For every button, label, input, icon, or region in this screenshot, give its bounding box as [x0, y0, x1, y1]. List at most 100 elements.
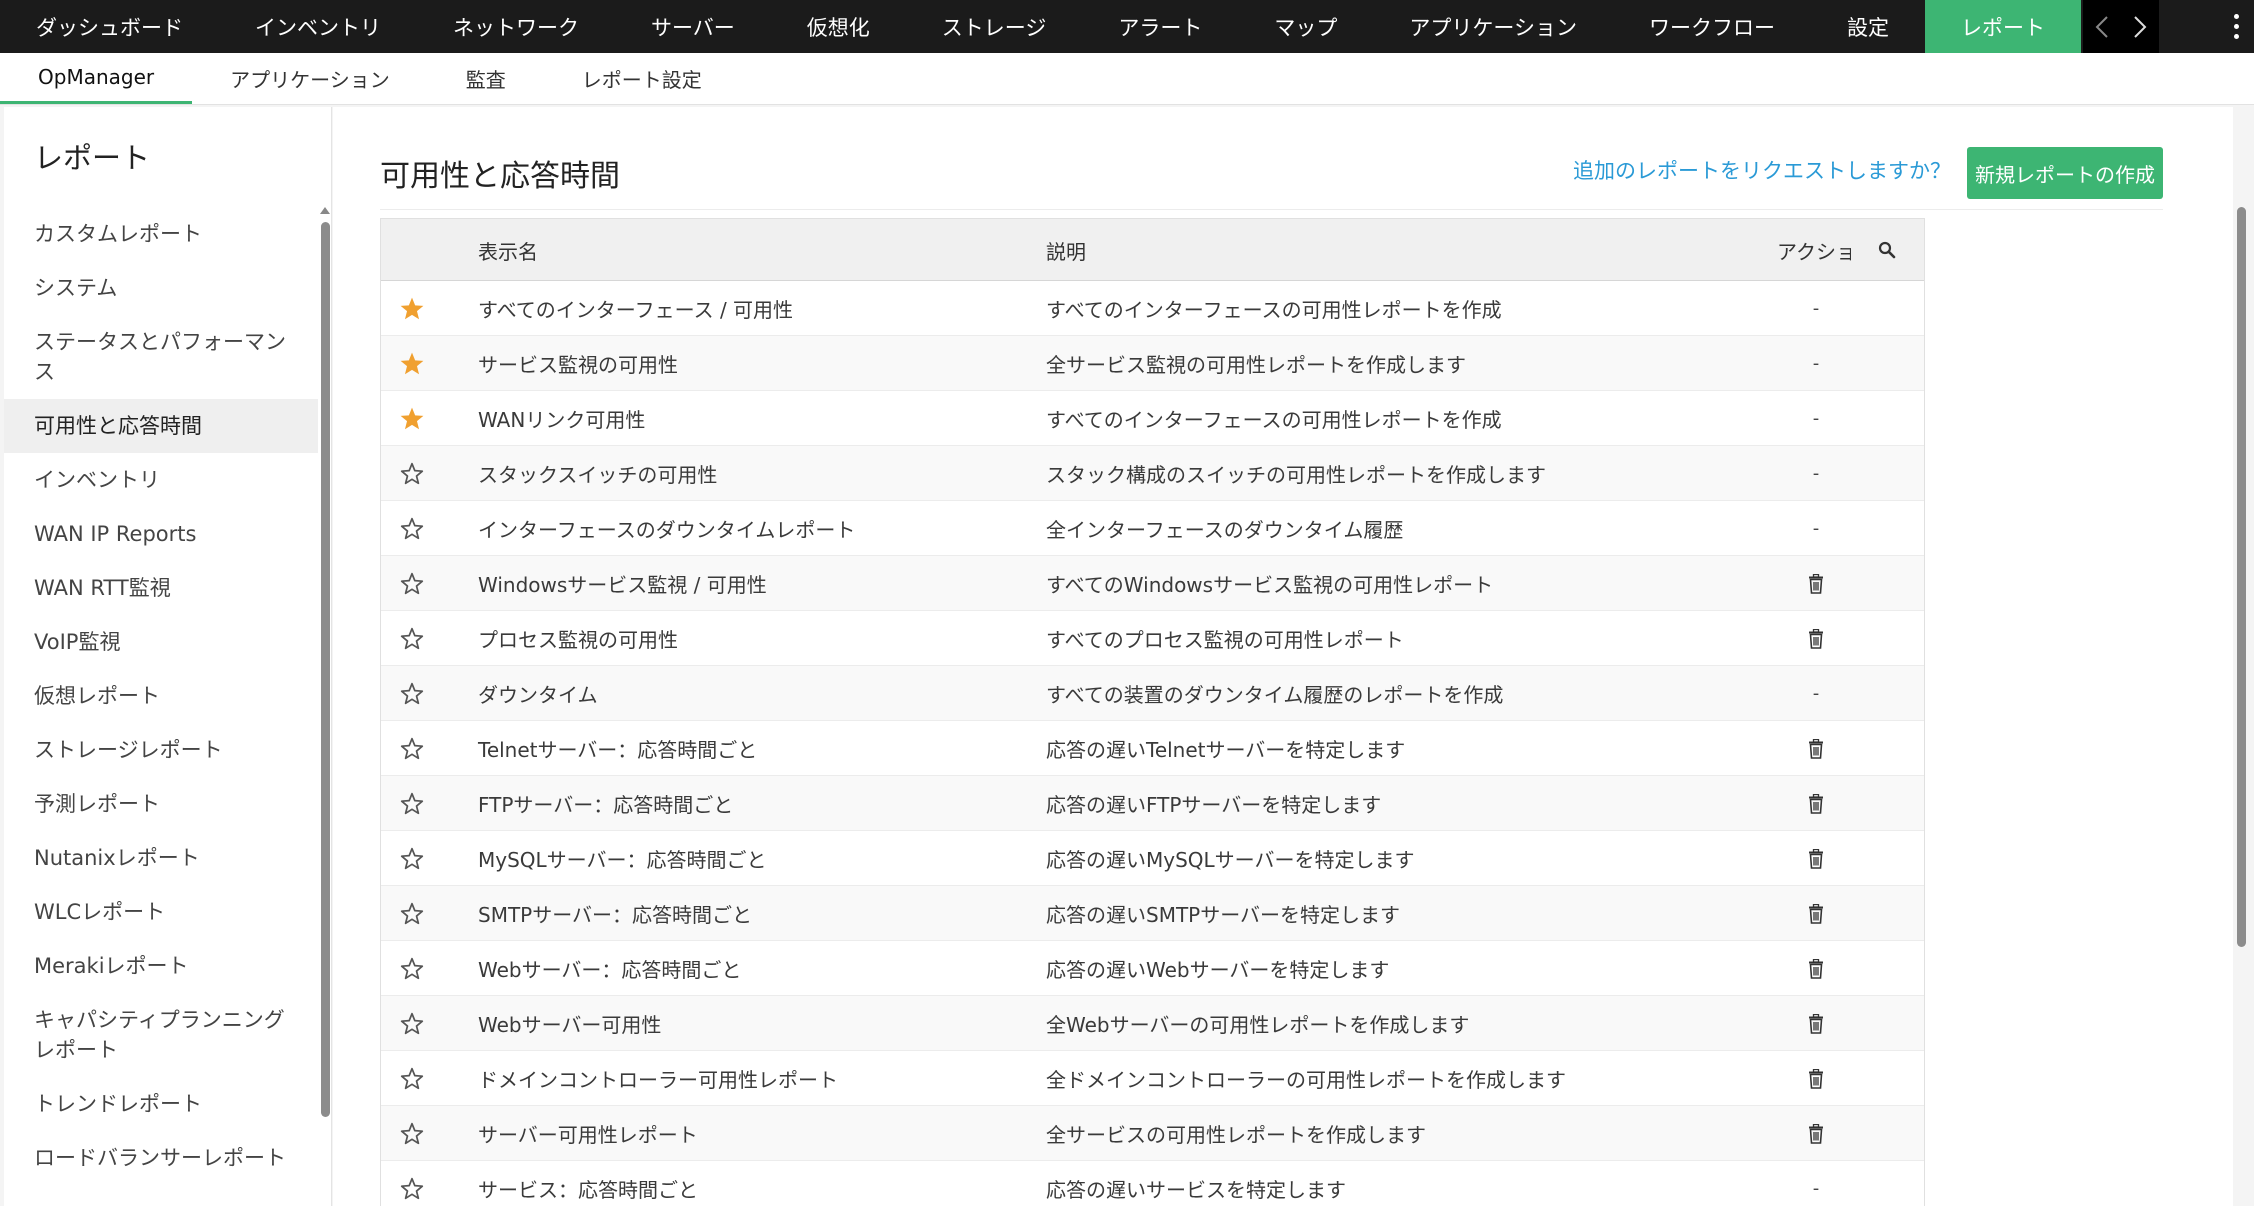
trash-icon[interactable]: [1796, 721, 1836, 776]
nav-settings[interactable]: 設定: [1811, 0, 1925, 53]
nav-dashboard[interactable]: ダッシュボード: [0, 0, 219, 53]
nav-virtualization[interactable]: 仮想化: [771, 0, 906, 53]
create-report-button[interactable]: 新規レポートの作成: [1967, 147, 2163, 199]
report-name-link[interactable]: MySQLサーバー：応答時間ごと: [478, 831, 766, 886]
report-description: 全ドメインコントローラーの可用性レポートを作成します: [1046, 1068, 1566, 1092]
nav-server[interactable]: サーバー: [615, 0, 771, 53]
report-name-link[interactable]: FTPサーバー：応答時間ごと: [478, 776, 733, 831]
nav-network[interactable]: ネットワーク: [417, 0, 615, 53]
sidebar-item[interactable]: ロードバランサーレポート: [4, 1131, 318, 1185]
sidebar-item[interactable]: Nutanixレポート: [4, 831, 318, 885]
star-filled-icon[interactable]: [397, 281, 427, 336]
star-outline-icon[interactable]: [397, 996, 427, 1051]
trash-icon[interactable]: [1796, 1051, 1836, 1106]
trash-icon[interactable]: [1796, 996, 1836, 1051]
report-name-link[interactable]: サービス：応答時間ごと: [478, 1161, 698, 1206]
report-name-link[interactable]: ダウンタイム: [478, 666, 598, 721]
table-row: サービス監視の可用性 全サービス監視の可用性レポートを作成します -: [381, 336, 1924, 391]
nav-application[interactable]: アプリケーション: [1373, 0, 1613, 53]
sidebar-item[interactable]: キャパシティプランニングレポート: [4, 993, 318, 1077]
star-outline-icon[interactable]: [397, 831, 427, 886]
nav-reports[interactable]: レポート: [1924, 0, 2081, 53]
sidebar-item[interactable]: インベントリ: [4, 453, 318, 507]
trash-icon[interactable]: [1796, 941, 1836, 996]
sidebar-item[interactable]: ステータスとパフォーマンス: [4, 315, 318, 399]
report-description: 応答の遅いTelnetサーバーを特定します: [1046, 738, 1406, 762]
report-name-link[interactable]: インターフェースのダウンタイムレポート: [478, 501, 855, 556]
subnav-audit[interactable]: 監査: [428, 53, 544, 104]
table-body: すべてのインターフェース / 可用性 すべてのインターフェースの可用性レポートを作…: [381, 281, 1924, 1206]
trash-icon[interactable]: [1796, 776, 1836, 831]
kebab-menu-icon[interactable]: [2218, 0, 2254, 53]
sidebar-scrollbar[interactable]: [321, 222, 330, 1117]
trash-icon[interactable]: [1796, 611, 1836, 666]
main-scrollbar[interactable]: [2237, 207, 2246, 947]
nav-workflow[interactable]: ワークフロー: [1613, 0, 1811, 53]
sidebar-item[interactable]: 予測レポート: [4, 777, 318, 831]
star-filled-icon[interactable]: [397, 336, 427, 391]
report-description: 応答の遅いSMTPサーバーを特定します: [1046, 903, 1401, 927]
trash-icon[interactable]: [1796, 886, 1836, 941]
report-name-link[interactable]: Windowsサービス監視 / 可用性: [478, 556, 767, 611]
sidebar-item[interactable]: Merakiレポート: [4, 939, 318, 993]
no-action-dash: -: [1812, 683, 1820, 704]
chevron-left-icon[interactable]: [2088, 7, 2116, 47]
star-outline-icon[interactable]: [397, 611, 427, 666]
report-name-link[interactable]: SMTPサーバー：応答時間ごと: [478, 886, 752, 941]
sidebar-item[interactable]: VoIP監視: [4, 615, 318, 669]
sidebar-item[interactable]: カスタムレポート: [4, 207, 318, 261]
star-outline-icon[interactable]: [397, 1051, 427, 1106]
star-outline-icon[interactable]: [397, 721, 427, 776]
report-name-link[interactable]: WANリンク可用性: [478, 391, 645, 446]
nav-alert[interactable]: アラート: [1082, 0, 1238, 53]
report-name-link[interactable]: Webサーバー可用性: [478, 996, 661, 1051]
star-filled-icon[interactable]: [397, 391, 427, 446]
report-name-link[interactable]: ドメインコントローラー可用性レポート: [478, 1051, 838, 1106]
no-action-placeholder: -: [1796, 391, 1836, 446]
sidebar-item[interactable]: ストレージレポート: [4, 723, 318, 777]
no-action-dash: -: [1812, 518, 1820, 539]
report-description: すべての装置のダウンタイム履歴のレポートを作成: [1046, 683, 1504, 707]
sidebar-item[interactable]: WAN IP Reports: [4, 507, 318, 561]
star-outline-icon[interactable]: [397, 666, 427, 721]
star-outline-icon[interactable]: [397, 1161, 427, 1206]
star-outline-icon[interactable]: [397, 446, 427, 501]
sidebar-item[interactable]: システム: [4, 261, 318, 315]
nav-inventory[interactable]: インベントリ: [219, 0, 417, 53]
star-outline-icon[interactable]: [397, 1106, 427, 1161]
request-report-link[interactable]: 追加のレポートをリクエストしますか？: [1573, 155, 1951, 185]
sidebar-item[interactable]: WAN RTT監視: [4, 561, 318, 615]
star-outline-icon[interactable]: [397, 886, 427, 941]
subnav-applications[interactable]: アプリケーション: [192, 53, 428, 104]
report-name-link[interactable]: Telnetサーバー：応答時間ごと: [478, 721, 757, 776]
chevron-right-icon[interactable]: [2126, 7, 2154, 47]
no-action-placeholder: -: [1796, 501, 1836, 556]
top-navigation: ダッシュボード インベントリ ネットワーク サーバー 仮想化 ストレージ アラー…: [0, 0, 2254, 53]
report-name-link[interactable]: サービス監視の可用性: [478, 336, 678, 391]
subnav-report-settings[interactable]: レポート設定: [544, 53, 740, 104]
sidebar-item[interactable]: トレンドレポート: [4, 1077, 318, 1131]
nav-map[interactable]: マップ: [1238, 0, 1373, 53]
sidebar-item[interactable]: WLCレポート: [4, 885, 318, 939]
column-header-name[interactable]: 表示名: [478, 219, 538, 281]
sidebar-item[interactable]: 可用性と応答時間: [4, 399, 318, 453]
nav-storage[interactable]: ストレージ: [906, 0, 1083, 53]
column-header-description[interactable]: 説明: [1046, 219, 1086, 281]
trash-icon[interactable]: [1796, 556, 1836, 611]
star-outline-icon[interactable]: [397, 776, 427, 831]
star-outline-icon[interactable]: [397, 941, 427, 996]
star-outline-icon[interactable]: [397, 556, 427, 611]
report-name-link[interactable]: プロセス監視の可用性: [478, 611, 678, 666]
report-name-link[interactable]: すべてのインターフェース / 可用性: [478, 281, 793, 336]
report-name-link[interactable]: サーバー可用性レポート: [478, 1106, 698, 1161]
no-action-placeholder: -: [1796, 446, 1836, 501]
report-name-link[interactable]: Webサーバー：応答時間ごと: [478, 941, 741, 996]
subnav-opmanager[interactable]: OpManager: [0, 53, 193, 104]
report-name-link[interactable]: スタックスイッチの可用性: [478, 446, 717, 501]
star-outline-icon[interactable]: [397, 501, 427, 556]
sidebar-item[interactable]: 仮想レポート: [4, 669, 318, 723]
trash-icon[interactable]: [1796, 831, 1836, 886]
trash-icon[interactable]: [1796, 1106, 1836, 1161]
scroll-up-arrow-icon[interactable]: [320, 207, 330, 214]
search-icon[interactable]: [1875, 219, 1899, 281]
